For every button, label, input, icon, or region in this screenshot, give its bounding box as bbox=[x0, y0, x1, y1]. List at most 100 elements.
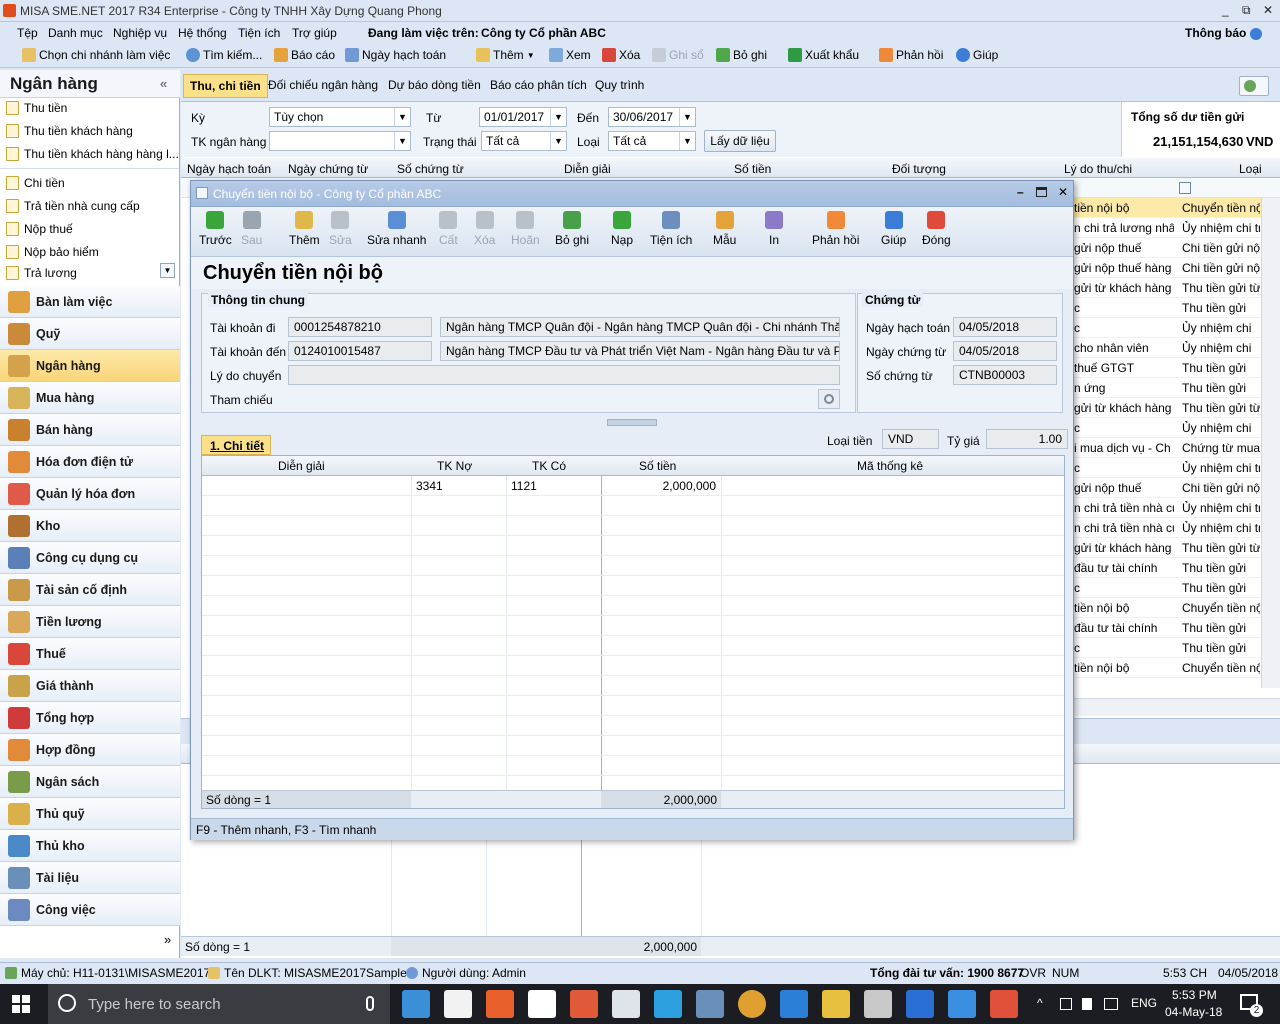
detail-row[interactable] bbox=[202, 736, 1064, 756]
module-4[interactable]: Mua hàng bbox=[0, 382, 180, 414]
type-select[interactable]: Tất cả ▼ bbox=[608, 131, 696, 151]
firefox-icon[interactable] bbox=[486, 990, 514, 1018]
taskbar-search-box[interactable]: Type here to search bbox=[48, 984, 390, 1024]
module-6[interactable]: Hóa đơn điện tử bbox=[0, 446, 180, 478]
table-row[interactable]: n chi trả tiền nhà cu Ủy nhiệm chi trả bbox=[1072, 498, 1261, 518]
notification-button[interactable]: Thông báo bbox=[1185, 26, 1246, 40]
quick-edit-button[interactable]: Sửa nhanh bbox=[367, 211, 426, 247]
transfer-reason-field[interactable] bbox=[288, 365, 840, 385]
table-row[interactable]: gửi nộp thuế Chi tiền gửi nộp bbox=[1072, 478, 1261, 498]
virtualbox-icon[interactable] bbox=[402, 990, 430, 1018]
tab-analysis-reports[interactable]: Báo cáo phân tích bbox=[490, 78, 587, 92]
module-10[interactable]: Tài sản cố định bbox=[0, 574, 180, 606]
col-detail-description[interactable]: Diễn giải bbox=[278, 459, 325, 473]
table-row[interactable]: i mua dịch vụ - Ch Chứng từ mua dị bbox=[1072, 438, 1261, 458]
menu-utilities[interactable]: Tiện ích bbox=[238, 26, 280, 40]
teamviewer-icon[interactable] bbox=[906, 990, 934, 1018]
menu-system[interactable]: Hệ thống bbox=[178, 26, 227, 40]
sidebar-item-customer-receipt-bulk[interactable]: Thu tiền khách hàng hàng l... bbox=[6, 147, 179, 161]
taskbar-date[interactable]: 04-May-18 bbox=[1165, 1005, 1222, 1019]
cell-debit[interactable]: 3341 bbox=[416, 479, 504, 493]
search-button[interactable]: Tìm kiếm... bbox=[186, 48, 262, 62]
from-date-input[interactable]: 01/01/2017 ▼ bbox=[479, 107, 567, 127]
reference-search-button[interactable] bbox=[818, 389, 840, 409]
table-row[interactable]: gửi từ khách hàng Thu tiền gửi từ k bbox=[1072, 278, 1261, 298]
to-bank-field[interactable]: Ngân hàng TMCP Đầu tư và Phát triển Việt… bbox=[440, 341, 840, 361]
module-5[interactable]: Bán hàng bbox=[0, 414, 180, 446]
table-row[interactable]: gửi nộp thuế hàng n Chi tiền gửi nộp bbox=[1072, 258, 1261, 278]
table-row[interactable]: n ứng Thu tiền gửi bbox=[1072, 378, 1261, 398]
load-data-button[interactable]: Lấy dữ liệu bbox=[704, 130, 776, 152]
detail-row[interactable] bbox=[202, 496, 1064, 516]
tab-receipts-payments[interactable]: Thu, chi tiền bbox=[183, 74, 268, 98]
module-8[interactable]: Kho bbox=[0, 510, 180, 542]
paint-icon[interactable] bbox=[864, 990, 892, 1018]
module-13[interactable]: Giá thành bbox=[0, 670, 180, 702]
table-row[interactable]: đầu tư tài chính Thu tiền gửi bbox=[1072, 558, 1261, 578]
table-row[interactable]: c Ủy nhiệm chi bbox=[1072, 318, 1261, 338]
list-hscrollbar[interactable] bbox=[1072, 698, 1280, 716]
detail-row[interactable] bbox=[202, 656, 1064, 676]
table-row[interactable]: c Thu tiền gửi bbox=[1072, 298, 1261, 318]
menu-help[interactable]: Trợ giúp bbox=[292, 26, 337, 40]
reload-button[interactable]: Nạp bbox=[611, 211, 633, 247]
filter-checkbox[interactable] bbox=[1179, 182, 1191, 194]
anydesk-icon[interactable] bbox=[570, 990, 598, 1018]
from-account-field[interactable]: 0001254878210 bbox=[288, 317, 432, 337]
detail-row[interactable] bbox=[202, 636, 1064, 656]
module-11[interactable]: Tiền lương bbox=[0, 606, 180, 638]
add-document-button[interactable]: Thêm bbox=[289, 211, 320, 247]
detail-row[interactable] bbox=[202, 696, 1064, 716]
table-row[interactable]: tiền nội bộ Chuyển tiền nội bbox=[1072, 598, 1261, 618]
tab-process[interactable]: Quy trình bbox=[595, 78, 644, 92]
keyboard-icon[interactable] bbox=[1104, 998, 1118, 1010]
menu-operations[interactable]: Nghiệp vụ bbox=[113, 26, 167, 40]
table-row[interactable]: tiền nội bộ Chuyển tiền nội bbox=[1072, 658, 1261, 678]
sticky-notes-icon[interactable] bbox=[528, 990, 556, 1018]
sidebar-item-pay-supplier[interactable]: Trả tiền nhà cung cấp bbox=[6, 199, 140, 213]
menu-file[interactable]: Tệp bbox=[17, 26, 38, 40]
arrow-right-button[interactable]: Sau bbox=[241, 211, 262, 247]
language-indicator[interactable]: ENG bbox=[1131, 996, 1157, 1010]
tab-bank-reconciliation[interactable]: Đối chiếu ngân hàng bbox=[268, 78, 378, 92]
table-row[interactable]: gửi từ khách hàng Thu tiền gửi từ k bbox=[1072, 538, 1261, 558]
detail-row[interactable] bbox=[202, 576, 1064, 596]
exchange-rate-field[interactable]: 1.00 bbox=[986, 429, 1068, 449]
col-amount[interactable]: Số tiền bbox=[734, 162, 771, 176]
tab-detail[interactable]: 1. Chi tiết bbox=[201, 435, 271, 455]
module-3[interactable]: Ngân hàng bbox=[0, 350, 180, 382]
voucher-no-field[interactable]: CTNB00003 bbox=[953, 365, 1057, 385]
unpost-button[interactable]: Bỏ ghi bbox=[555, 211, 589, 247]
network-icon[interactable] bbox=[1060, 998, 1072, 1010]
table-row[interactable]: tiền nội bộ Chuyển tiền nội bbox=[1072, 198, 1261, 218]
col-credit-account[interactable]: TK Có bbox=[532, 459, 566, 473]
menu-catalog[interactable]: Danh mục bbox=[48, 26, 103, 40]
module-12[interactable]: Thuế bbox=[0, 638, 180, 670]
taskbar-time[interactable]: 5:53 PM bbox=[1172, 988, 1217, 1002]
delete-button[interactable]: Xóa bbox=[474, 211, 495, 247]
module-9[interactable]: Công cụ dụng cụ bbox=[0, 542, 180, 574]
delete-button[interactable]: Xóa bbox=[602, 48, 640, 62]
table-row[interactable]: c Ủy nhiệm chi bbox=[1072, 418, 1261, 438]
maximize-button[interactable]: ⧉ bbox=[1242, 3, 1251, 18]
sidebar-item-customer-receipt[interactable]: Thu tiền khách hàng bbox=[6, 124, 133, 138]
col-posting-date[interactable]: Ngày hạch toán bbox=[187, 162, 271, 176]
export-button[interactable]: Xuất khẩu bbox=[788, 48, 859, 62]
from-bank-field[interactable]: Ngân hàng TMCP Quân đội - Ngân hàng TMCP… bbox=[440, 317, 840, 337]
feedback-button[interactable]: Phản hồi bbox=[879, 48, 943, 62]
to-account-field[interactable]: 0124010015487 bbox=[288, 341, 432, 361]
feedback-button[interactable]: Phản hồi bbox=[812, 211, 859, 247]
misa-tools-icon[interactable] bbox=[612, 990, 640, 1018]
module-14[interactable]: Tổng hợp bbox=[0, 702, 180, 734]
col-detail-amount[interactable]: Số tiền bbox=[639, 459, 676, 473]
post-button[interactable]: Ghi sổ bbox=[652, 48, 704, 62]
windows-start-button[interactable] bbox=[12, 995, 30, 1013]
table-row[interactable]: c Thu tiền gửi bbox=[1072, 638, 1261, 658]
close-window-button[interactable]: ✕ bbox=[1263, 3, 1273, 17]
undo-button[interactable]: Hoãn bbox=[511, 211, 540, 247]
col-object[interactable]: Đối tượng bbox=[892, 162, 946, 176]
posting-date-button[interactable]: Ngày hạch toán bbox=[345, 48, 446, 62]
dialog-close-button[interactable]: ✕ bbox=[1058, 185, 1068, 199]
to-date-input[interactable]: 30/06/2017 ▼ bbox=[608, 107, 696, 127]
volume-icon[interactable] bbox=[1082, 998, 1092, 1010]
